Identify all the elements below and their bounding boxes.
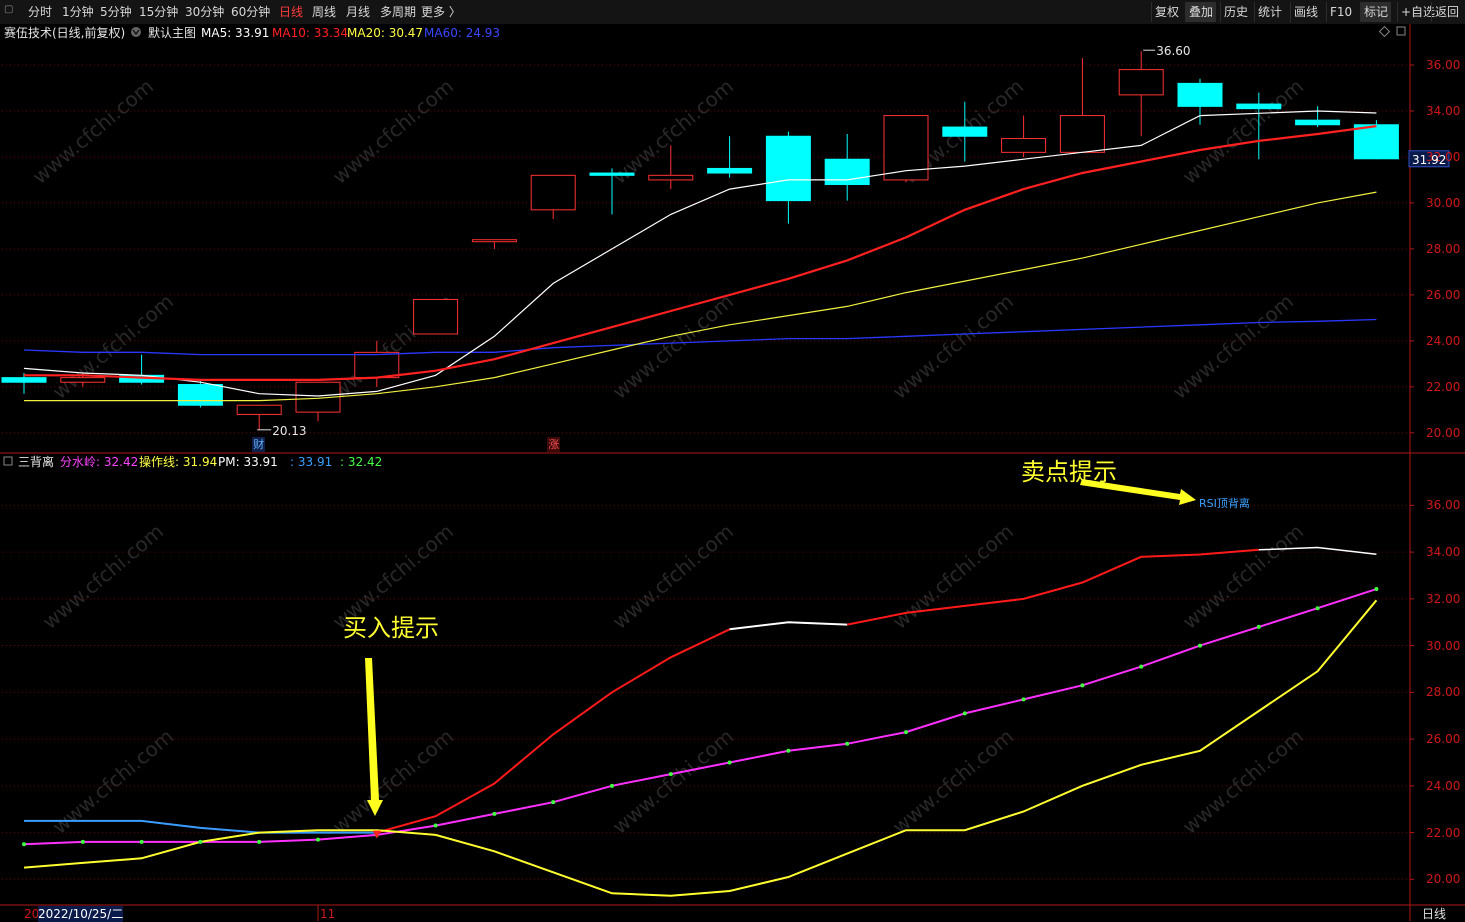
x-axis-left-label: 20: [24, 907, 40, 921]
sub-indicator-title: 三背离: [18, 455, 55, 469]
x-axis-month-label: 11: [320, 907, 336, 921]
last-price-label: 31.92: [1412, 152, 1447, 167]
candle-body-13: [765, 135, 811, 202]
main-tick-label-3: 30.00: [1426, 195, 1461, 210]
event-marker-cai: 财: [252, 437, 266, 452]
main-tick-label-5: 26.00: [1426, 287, 1461, 302]
template-dropdown-icon: [131, 27, 141, 37]
candle-body-21: [1236, 103, 1282, 110]
fenshuiling-dot-22: [1315, 606, 1320, 611]
sub-tick-label-5: 26.00: [1426, 732, 1461, 747]
fenshuiling-dot-20: [1198, 643, 1202, 648]
fenshuiling-dot-17: [1021, 697, 1026, 702]
sub-legend-1: 操作线: 31.94: [139, 455, 218, 469]
ma-legend-0: MA5: 33.91: [201, 26, 270, 40]
fenshuiling-dot-0: [22, 842, 26, 847]
sub-tick-label-1: 34.00: [1426, 545, 1461, 560]
candle-body-10: [589, 172, 635, 176]
candle-body-20: [1177, 82, 1223, 107]
candle-body-9: [530, 174, 576, 211]
ma-legend-2: MA20: 30.47: [347, 26, 424, 40]
fenshuiling-dot-7: [433, 823, 438, 828]
candle-body-8: [471, 239, 517, 243]
fenshuiling-dot-13: [786, 748, 791, 753]
fenshuiling-dot-23: [1374, 587, 1379, 592]
main-tick-label-4: 28.00: [1426, 241, 1461, 256]
fenshuiling-dot-3: [198, 839, 203, 844]
candle-body-18: [1059, 115, 1105, 153]
fenshuiling-dot-18: [1080, 683, 1085, 688]
fenshuiling-dot-16: [962, 711, 967, 716]
candle-body-7: [413, 298, 459, 335]
main-tick-label-8: 20.00: [1426, 425, 1461, 440]
sub-tick-label-8: 20.00: [1426, 872, 1461, 887]
main-tick-label-7: 22.00: [1426, 379, 1461, 394]
candle-body-6: [354, 351, 400, 379]
fenshuiling-dot-21: [1256, 624, 1261, 629]
candle-body-1: [60, 377, 106, 383]
candle-body-22: [1295, 119, 1341, 126]
ma-legend-1: MA10: 33.34: [272, 26, 349, 40]
rsi-divergence-label: RSI顶背离: [1199, 497, 1250, 510]
candle-body-11: [648, 174, 694, 181]
sub-legend-4: : 32.42: [340, 455, 383, 469]
template-label: 默认主图: [148, 26, 197, 40]
fenshuiling-dot-12: [727, 760, 732, 765]
main-indicator-title: 赛伍技术(日线,前复权): [4, 26, 126, 40]
x-axis-period-label: 日线: [1422, 907, 1447, 921]
candle-body-16: [942, 126, 988, 137]
candle-body-4: [236, 404, 282, 415]
candle-body-12: [707, 167, 753, 174]
x-axis-date-label: 2022/10/25/二: [38, 906, 124, 922]
sub-legend-3: : 33.91: [290, 455, 333, 469]
fenshuiling-dot-10: [610, 783, 614, 788]
main-tick-label-1: 34.00: [1426, 103, 1461, 118]
sub-tick-label-2: 32.00: [1426, 591, 1461, 606]
candle-body-23: [1353, 124, 1399, 160]
sub-tick-label-0: 36.00: [1426, 498, 1461, 513]
fenshuiling-dot-19: [1139, 664, 1144, 669]
fenshuiling-dot-11: [668, 772, 673, 777]
main-tick-label-0: 36.00: [1426, 57, 1461, 72]
ma-legend-3: MA60: 24.93: [424, 26, 501, 40]
high-price-label: 36.60: [1156, 44, 1191, 59]
sell-hint-label: 卖点提示: [1021, 458, 1117, 486]
candle-body-14: [824, 158, 870, 186]
sub-tick-label-3: 30.00: [1426, 638, 1461, 653]
main-tick-label-6: 24.00: [1426, 333, 1461, 348]
fenshuiling-dot-4: [257, 839, 262, 844]
candle-body-3: [177, 384, 223, 406]
low-price-label: 20.13: [272, 423, 307, 438]
event-marker-zhang: 涨: [547, 437, 561, 452]
sub-legend-0: 分水岭: 32.42: [60, 455, 139, 469]
buy-hint-label: 买入提示: [343, 614, 439, 642]
fenshuiling-dot-5: [316, 837, 320, 842]
sub-legend-2: PM: 33.91: [218, 455, 278, 469]
sub-tick-label-6: 24.00: [1426, 778, 1461, 793]
fenshuiling-dot-8: [492, 811, 497, 816]
fenshuiling-dot-1: [80, 839, 85, 844]
candle-body-19: [1118, 69, 1164, 96]
candle-body-0: [1, 377, 47, 383]
fenshuiling-dot-9: [551, 800, 556, 805]
candle-body-17: [1001, 138, 1047, 153]
fenshuiling-dot-14: [845, 741, 850, 746]
sub-tick-label-7: 22.00: [1426, 825, 1461, 840]
fenshuiling-dot-2: [139, 839, 144, 844]
fenshuiling-dot-15: [904, 730, 908, 735]
sub-tick-label-4: 28.00: [1426, 685, 1461, 700]
